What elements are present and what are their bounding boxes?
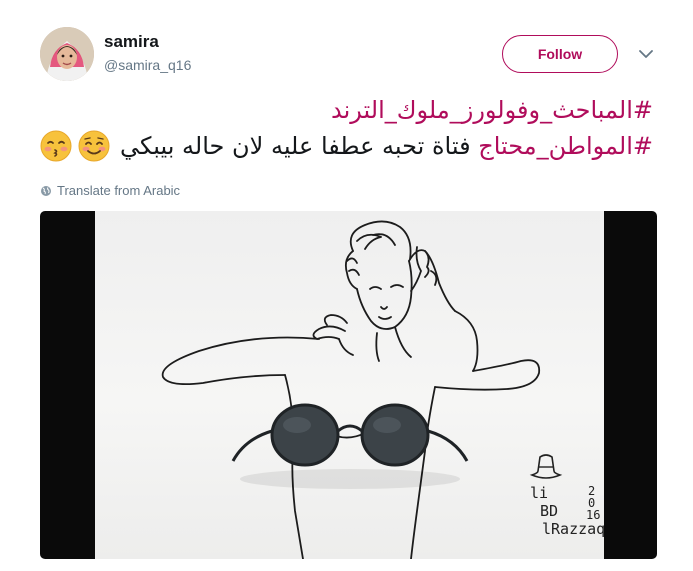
hashtag-link[interactable]: #المواطن_محتاج (478, 132, 653, 160)
display-name[interactable]: samira (104, 32, 159, 52)
translate-link[interactable]: Translate from Arabic (40, 183, 180, 198)
tweet-body-text: فتاة تحبه عطفا عليه لان حاله بيبكي (120, 132, 471, 160)
avatar[interactable] (40, 27, 94, 81)
tweet-text: #المباحث_وفولورز_ملوك_الترند #المواطن_مح… (33, 92, 653, 164)
chevron-down-icon[interactable] (636, 44, 656, 64)
user-handle[interactable]: @samira_q16 (104, 57, 191, 73)
tweet-line-2: #المواطن_محتاج فتاة تحبه عطفا عليه لان ح… (33, 128, 653, 164)
signature-line-1: li (530, 484, 549, 502)
hat-icon (529, 454, 563, 479)
follow-button[interactable]: Follow (502, 35, 618, 73)
media-video[interactable]: li BD lRazzaq 2 0 16 (40, 211, 657, 559)
hashtag-link[interactable]: #المباحث_وفولورز_ملوك_الترند (331, 96, 653, 124)
video-frame: li BD lRazzaq 2 0 16 (95, 211, 605, 559)
sunglasses (231, 403, 469, 489)
signature-year-bottom: 16 (586, 508, 601, 522)
smiling-face-with-blush-emoji (78, 130, 110, 162)
artist-signature: li BD lRazzaq 2 0 16 (528, 451, 618, 551)
kissing-face-closed-eyes-emoji (40, 130, 72, 162)
signature-line-3: lRazzaq (542, 520, 606, 538)
tweet-line-1: #المباحث_وفولورز_ملوك_الترند (33, 92, 653, 128)
globe-icon (41, 185, 51, 196)
translate-label[interactable]: Translate from Arabic (57, 183, 180, 198)
signature-line-2: BD (540, 502, 559, 520)
emoji-row (40, 130, 110, 162)
